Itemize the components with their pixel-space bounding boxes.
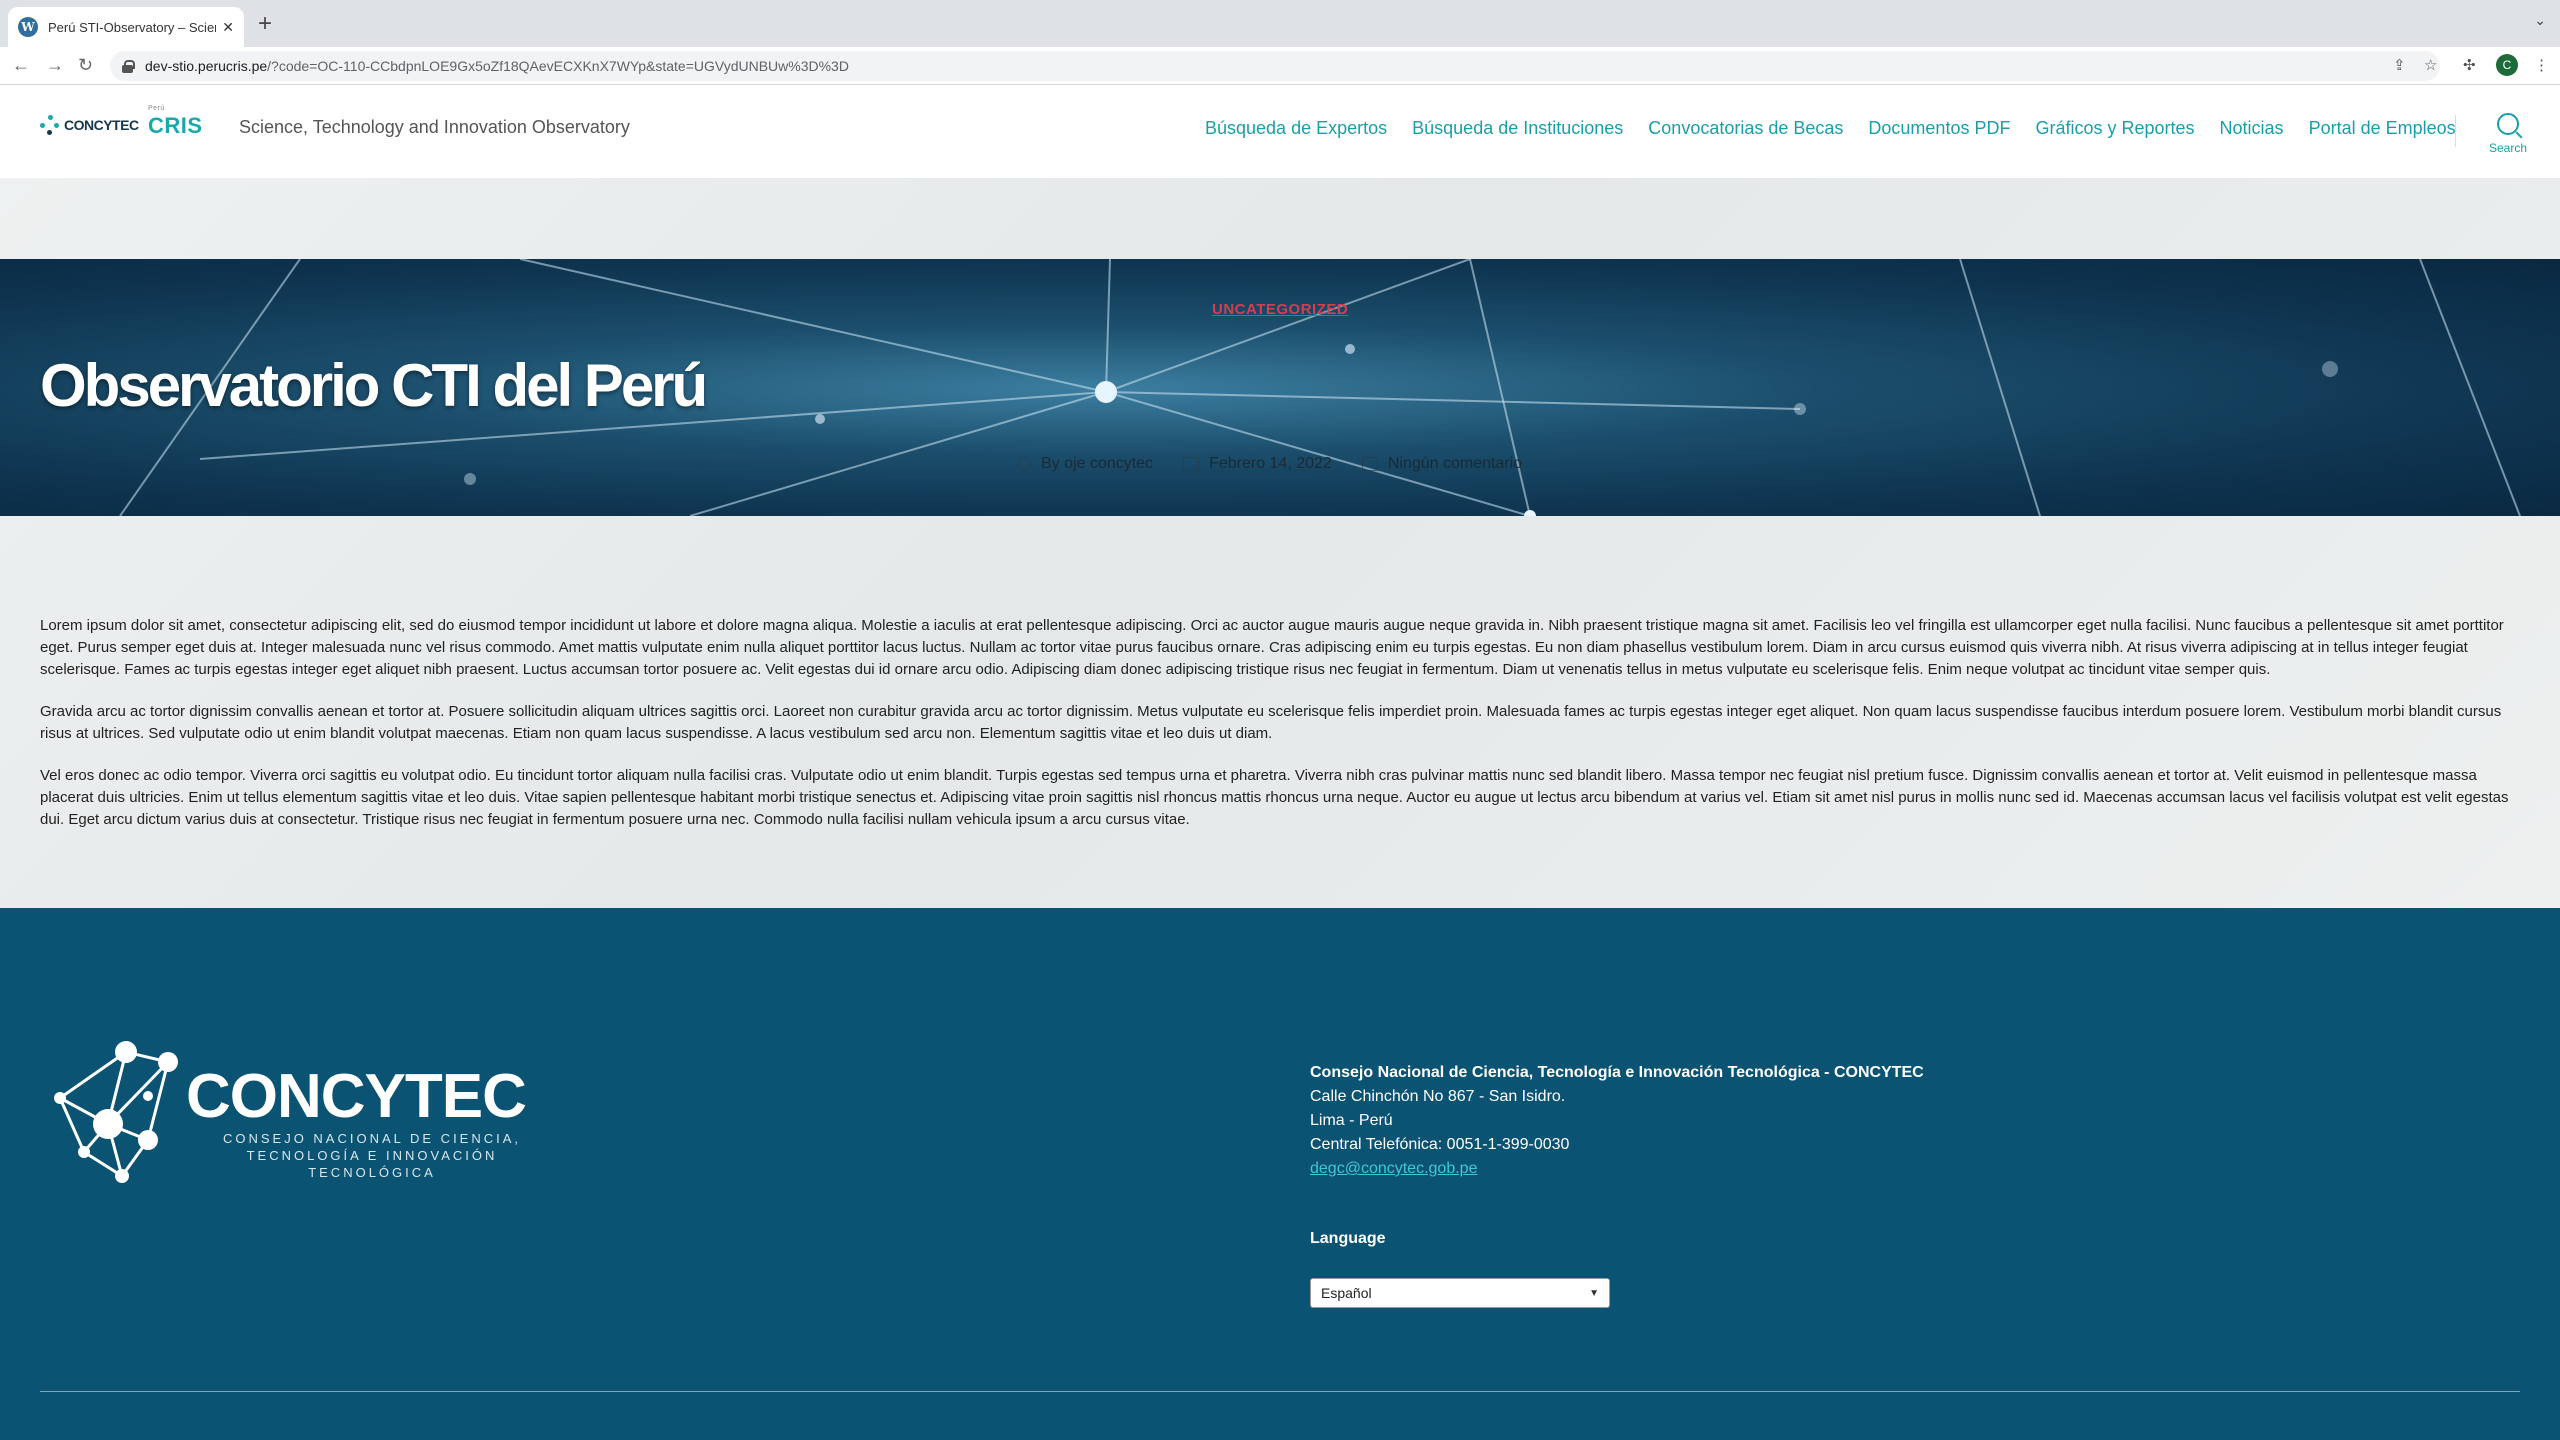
language-label: Language [1310,1230,1386,1247]
post-date: Febrero 14, 2022 [1183,455,1332,473]
concytec-logo[interactable]: CONCYTEC [40,115,139,135]
url-text: dev-stio.perucris.pe/?code=OC-110-CCbdpn… [145,58,849,74]
concytec-network-logo-icon [54,1041,178,1183]
post-content: Lorem ipsum dolor sit amet, consectetur … [40,615,2520,851]
profile-avatar[interactable]: C [2496,54,2518,76]
more-menu-icon[interactable]: ⋮ [2534,56,2549,76]
extensions-icon[interactable]: ✣ [2463,56,2476,76]
nav-link-documentos[interactable]: Documentos PDF [1868,118,2010,139]
footer-logo-subtitle-line: CONSEJO NACIONAL DE CIENCIA, [222,1131,522,1146]
post-category-link[interactable]: UNCATEGORIZED [1212,301,1348,318]
footer-address: Calle Chinchón No 867 - San Isidro. [1310,1088,1566,1105]
search-icon [2497,113,2519,135]
post-author-text[interactable]: By oje concytec [1041,455,1153,473]
browser-tab[interactable]: W Perú STI-Observatory – Scienc ✕ [8,7,244,47]
site-footer: CONCYTEC CONSEJO NACIONAL DE CIENCIA, TE… [0,908,2560,1440]
footer-divider [40,1391,2520,1392]
main-navigation: Búsqueda de Expertos Búsqueda de Institu… [1205,118,2481,139]
lock-icon[interactable] [122,59,135,73]
footer-phone: Central Telefónica: 0051-1-399-0030 [1310,1136,1570,1153]
nav-link-becas[interactable]: Convocatorias de Becas [1648,118,1843,139]
back-icon[interactable]: ← [12,55,30,75]
share-icon[interactable]: ⇪ [2393,56,2406,76]
chevron-down-icon: ▼ [1589,1287,1599,1299]
footer-logo-text: CONCYTEC [186,1062,527,1131]
nav-link-instituciones[interactable]: Búsqueda de Instituciones [1412,118,1623,139]
nav-link-graficos[interactable]: Gráficos y Reportes [2035,118,2194,139]
person-icon [1018,457,1031,471]
nav-link-expertos[interactable]: Búsqueda de Expertos [1205,118,1387,139]
close-icon[interactable]: ✕ [222,19,234,36]
footer-logo-subtitle: CONSEJO NACIONAL DE CIENCIA, TECNOLOGÍA … [194,1130,550,1181]
nav-link-noticias[interactable]: Noticias [2220,118,2284,139]
browser-tabstrip: W Perú STI-Observatory – Scienc ✕ + ⌄ [0,0,2560,47]
language-select-value: Español [1321,1285,1372,1301]
forward-icon[interactable]: → [46,55,64,75]
search-toggle-button[interactable]: Search [2480,113,2536,155]
search-label: Search [2488,141,2528,155]
content-paragraph: Vel eros donec ac odio tempor. Viverra o… [40,767,2509,828]
cris-logo-small: Perú [148,105,165,112]
footer-city: Lima - Perú [1310,1112,1393,1129]
content-paragraph: Gravida arcu ac tortor dignissim convall… [40,703,2502,742]
address-bar: ← → ↻ dev-stio.perucris.pe/?code=OC-110-… [0,47,2560,85]
bookmark-star-icon[interactable]: ☆ [2424,56,2437,76]
cris-logo[interactable]: Perú CRIS [148,105,203,139]
chevron-down-icon[interactable]: ⌄ [2534,12,2546,29]
calendar-icon [1183,457,1200,471]
language-select[interactable]: Español ▼ [1310,1278,1610,1308]
network-logo-icon [40,115,60,135]
content-paragraph: Lorem ipsum dolor sit amet, consectetur … [40,617,2504,678]
post-comments-text[interactable]: Ningún comentario [1388,455,1522,473]
post-author: By oje concytec [1018,455,1153,473]
post-comments: Ningún comentario [1361,455,1522,473]
footer-org-name: Consejo Nacional de Ciencia, Tecnología … [1310,1064,1924,1081]
cris-logo-text: CRIS [148,113,203,138]
footer-email-link[interactable]: degc@concytec.gob.pe [1310,1157,1924,1181]
nav-divider [2455,115,2456,147]
footer-contact: Consejo Nacional de Ciencia, Tecnología … [1310,1061,1924,1181]
url-field[interactable]: dev-stio.perucris.pe/?code=OC-110-CCbdpn… [110,51,2440,81]
post-hero: UNCATEGORIZED Observatorio CTI del Perú … [0,259,2560,516]
post-meta: By oje concytec Febrero 14, 2022 Ningún … [1018,455,1552,473]
nav-link-empleos[interactable]: Portal de Empleos [2309,118,2456,139]
wordpress-icon: W [18,17,38,37]
tab-title: Perú STI-Observatory – Scienc [48,19,217,35]
site-header: CONCYTEC Perú CRIS Science, Technology a… [0,85,2560,178]
post-title: Observatorio CTI del Perú [40,352,708,419]
new-tab-button[interactable]: + [258,10,272,38]
logo-text: CONCYTEC [64,117,139,133]
url-host: dev-stio.perucris.pe [145,58,268,74]
site-tagline: Science, Technology and Innovation Obser… [239,117,630,137]
post-date-text[interactable]: Febrero 14, 2022 [1209,455,1332,473]
reload-icon[interactable]: ↻ [78,55,93,75]
footer-logo-subtitle-line: TECNOLOGÍA E INNOVACIÓN TECNOLÓGICA [246,1148,498,1180]
url-path: /?code=OC-110-CCbdpnLOE9Gx5oZf18QAevECXK… [267,58,849,74]
comment-icon [1361,457,1378,471]
